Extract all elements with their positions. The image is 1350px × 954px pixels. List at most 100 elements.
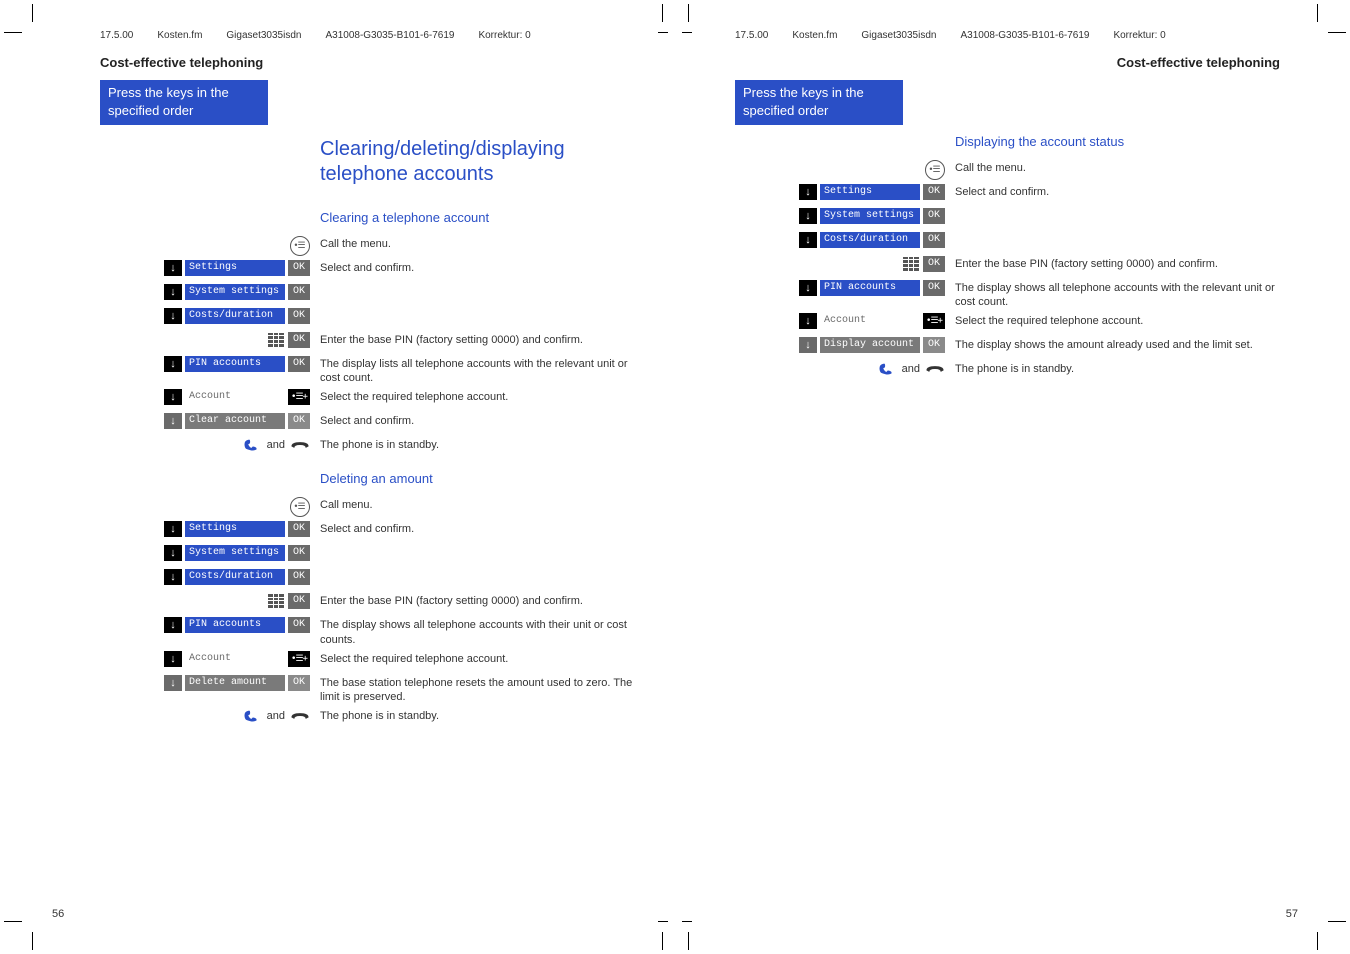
down-arrow-icon[interactable]: ↓ — [799, 280, 817, 296]
hdr-docnum: A31008-G3035-B101-6-7619 — [960, 30, 1089, 41]
ok-button[interactable]: OK — [923, 232, 945, 248]
ok-button[interactable]: OK — [288, 308, 310, 324]
list-icon[interactable] — [288, 389, 310, 405]
down-arrow-icon[interactable]: ↓ — [799, 337, 817, 353]
down-arrow-icon[interactable]: ↓ — [164, 617, 182, 633]
keypad-icon[interactable] — [902, 256, 920, 272]
and-text: and — [265, 439, 287, 451]
label-pin-accounts[interactable]: PIN accounts — [820, 280, 920, 296]
down-arrow-icon[interactable]: ↓ — [164, 521, 182, 537]
sub-heading-right: Displaying the account status — [955, 133, 1280, 151]
left-page: 17.5.00 Kosten.fm Gigaset3035isdn A31008… — [0, 0, 675, 954]
keypad-icon[interactable] — [267, 593, 285, 609]
label-costs-duration[interactable]: Costs/duration — [185, 308, 285, 324]
txt-display-unit-2: The display shows all telephone accounts… — [310, 616, 645, 648]
label-costs-duration[interactable]: Costs/duration — [820, 232, 920, 248]
txt-select-required-2: Select the required telephone account. — [310, 650, 645, 667]
page-num-right: 57 — [1286, 908, 1298, 920]
phone-on-icon[interactable] — [242, 437, 262, 453]
section-title-right: Cost-effective telephoning — [735, 55, 1280, 70]
txt-display-shows-r: The display shows all telephone accounts… — [945, 279, 1280, 311]
keys-order-box: Press the keys in the specified order — [100, 80, 268, 125]
row-clear-account: ↓ Clear account OK Select and confirm. — [100, 412, 645, 434]
down-arrow-icon[interactable]: ↓ — [799, 208, 817, 224]
ok-button[interactable]: OK — [288, 356, 310, 372]
label-settings[interactable]: Settings — [185, 260, 285, 276]
label-settings[interactable]: Settings — [185, 521, 285, 537]
phone-off-icon[interactable] — [290, 708, 310, 724]
ok-button[interactable]: OK — [923, 256, 945, 272]
row-account-1: ↓ Account Select the required telephone … — [100, 388, 645, 410]
ok-button[interactable]: OK — [923, 184, 945, 200]
down-arrow-icon[interactable]: ↓ — [164, 284, 182, 300]
down-arrow-icon[interactable]: ↓ — [164, 356, 182, 372]
row-keypad-r: OK Enter the base PIN (factory setting 0… — [735, 255, 1280, 277]
txt-callmenu-1: Call the menu. — [310, 235, 645, 252]
spread: 17.5.00 Kosten.fm Gigaset3035isdn A31008… — [0, 0, 1350, 954]
ok-button[interactable]: OK — [288, 413, 310, 429]
ok-button[interactable]: OK — [288, 593, 310, 609]
phone-off-icon[interactable] — [290, 437, 310, 453]
label-system-settings[interactable]: System settings — [185, 284, 285, 300]
ok-button[interactable]: OK — [288, 521, 310, 537]
down-arrow-icon[interactable]: ↓ — [164, 569, 182, 585]
label-pin-accounts[interactable]: PIN accounts — [185, 356, 285, 372]
hdr-file: Kosten.fm — [157, 30, 202, 41]
ok-button[interactable]: OK — [288, 617, 310, 633]
down-arrow-icon[interactable]: ↓ — [164, 651, 182, 667]
ok-button[interactable]: OK — [288, 569, 310, 585]
down-arrow-icon[interactable]: ↓ — [799, 232, 817, 248]
ok-button[interactable]: OK — [923, 280, 945, 296]
row-standby-2: and The phone is in standby. — [100, 707, 645, 729]
keypad-icon[interactable] — [267, 332, 285, 348]
down-arrow-icon[interactable]: ↓ — [164, 260, 182, 276]
menu-icon[interactable] — [290, 497, 310, 517]
ok-button[interactable]: OK — [288, 545, 310, 561]
label-pin-accounts[interactable]: PIN accounts — [185, 617, 285, 633]
row-costs-2: ↓ Costs/duration OK — [100, 568, 645, 590]
row-system-1: ↓ System settings OK — [100, 283, 645, 305]
ok-button[interactable]: OK — [288, 284, 310, 300]
row-pin-r: ↓ PIN accounts OK The display shows all … — [735, 279, 1280, 311]
row-menu-1: Call the menu. — [100, 235, 645, 257]
sub1-row: Clearing a telephone account — [100, 199, 645, 233]
down-arrow-icon[interactable]: ↓ — [164, 545, 182, 561]
ok-button[interactable]: OK — [923, 337, 945, 353]
row-keypad-1: OK Enter the base PIN (factory setting 0… — [100, 331, 645, 353]
row-pin-2: ↓ PIN accounts OK The display shows all … — [100, 616, 645, 648]
label-clear-account[interactable]: Clear account — [185, 413, 285, 429]
label-settings[interactable]: Settings — [820, 184, 920, 200]
down-arrow-icon[interactable]: ↓ — [164, 675, 182, 691]
down-arrow-icon[interactable]: ↓ — [164, 413, 182, 429]
label-system-settings[interactable]: System settings — [820, 208, 920, 224]
sub-heading-2: Deleting an amount — [320, 470, 645, 488]
ok-button[interactable]: OK — [288, 260, 310, 276]
list-icon[interactable] — [923, 313, 945, 329]
down-arrow-icon[interactable]: ↓ — [799, 313, 817, 329]
menu-icon[interactable] — [925, 160, 945, 180]
label-display-account[interactable]: Display account — [820, 337, 920, 353]
ok-button[interactable]: OK — [288, 332, 310, 348]
txt-select-confirm-2: Select and confirm. — [310, 412, 645, 429]
phone-on-icon[interactable] — [242, 708, 262, 724]
row-account-r: ↓ Account Select the required telephone … — [735, 312, 1280, 334]
txt-callmenu-r: Call the menu. — [945, 159, 1280, 176]
phone-off-icon[interactable] — [925, 361, 945, 377]
header-left: 17.5.00 Kosten.fm Gigaset3035isdn A31008… — [100, 30, 645, 41]
down-arrow-icon[interactable]: ↓ — [799, 184, 817, 200]
down-arrow-icon[interactable]: ↓ — [164, 389, 182, 405]
label-costs-duration[interactable]: Costs/duration — [185, 569, 285, 585]
hdr-korr: Korrektur: 0 — [478, 30, 530, 41]
label-delete-amount[interactable]: Delete amount — [185, 675, 285, 691]
label-system-settings[interactable]: System settings — [185, 545, 285, 561]
list-icon[interactable] — [288, 651, 310, 667]
menu-icon[interactable] — [290, 236, 310, 256]
ok-button[interactable]: OK — [288, 675, 310, 691]
heading-row: Clearing/deleting/displaying telephone a… — [100, 131, 645, 197]
down-arrow-icon[interactable]: ↓ — [164, 308, 182, 324]
label-account: Account — [185, 651, 285, 667]
ok-button[interactable]: OK — [923, 208, 945, 224]
row-menu-2: Call menu. — [100, 496, 645, 518]
phone-on-icon[interactable] — [877, 361, 897, 377]
row-display-account: ↓ Display account OK The display shows t… — [735, 336, 1280, 358]
